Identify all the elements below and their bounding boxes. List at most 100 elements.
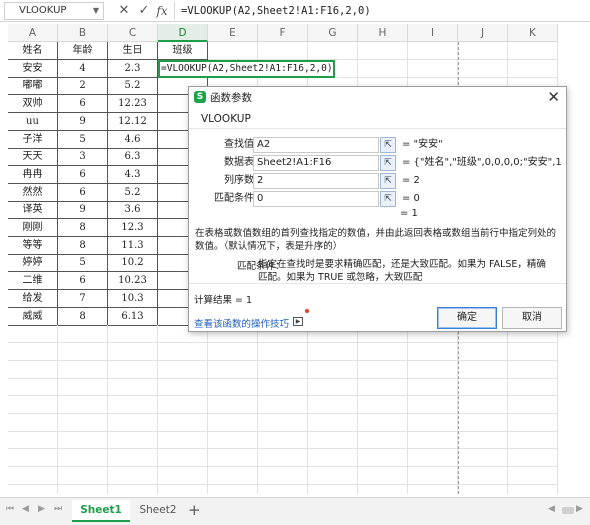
table-cell[interactable]: 6 (58, 95, 108, 114)
empty-cell[interactable] (58, 484, 108, 494)
empty-cell[interactable] (208, 431, 258, 450)
table-cell[interactable]: 10.23 (108, 272, 158, 291)
empty-cell[interactable] (108, 413, 158, 432)
check-icon[interactable]: ✓ (136, 2, 152, 20)
empty-cell[interactable] (358, 431, 408, 450)
empty-cell[interactable] (308, 342, 358, 361)
empty-cell[interactable] (158, 431, 208, 450)
table-header-cell[interactable]: 生日 (108, 42, 158, 60)
table-cell[interactable]: 然然 (8, 183, 58, 202)
empty-cell[interactable] (508, 360, 558, 379)
range-lookup-input[interactable]: 0 (253, 191, 379, 207)
empty-cell[interactable] (358, 378, 408, 397)
name-box[interactable]: VLOOKUP ▼ (4, 2, 104, 20)
empty-cell[interactable] (8, 378, 58, 397)
table-cell[interactable]: 6.3 (108, 148, 158, 167)
empty-cell[interactable] (258, 396, 308, 414)
empty-cell[interactable] (208, 413, 258, 432)
table-header-cell[interactable]: 姓名 (8, 42, 58, 60)
play-video-icon[interactable]: ▶ (293, 317, 303, 326)
table-cell[interactable]: 双帅 (8, 95, 58, 114)
empty-cell[interactable] (58, 360, 108, 379)
empty-cell[interactable] (58, 378, 108, 397)
last-sheet-icon[interactable]: ⏭ (54, 504, 62, 514)
table-cell[interactable]: 刚刚 (8, 219, 58, 237)
empty-cell[interactable] (308, 466, 358, 485)
empty-cell[interactable] (358, 360, 408, 379)
scroll-thumb[interactable] (562, 507, 574, 514)
table-cell[interactable]: 6 (58, 183, 108, 202)
empty-cell[interactable] (108, 378, 158, 397)
empty-cell[interactable] (8, 396, 58, 414)
empty-cell[interactable] (358, 413, 408, 432)
empty-cell[interactable] (258, 466, 308, 485)
empty-cell[interactable] (58, 413, 108, 432)
lookup-value-input[interactable]: A2 (253, 137, 379, 153)
tab-sheet1[interactable]: Sheet1 (72, 500, 130, 522)
empty-cell[interactable] (358, 466, 408, 485)
table-cell[interactable]: 婷婷 (8, 254, 58, 273)
table-cell[interactable]: 4 (58, 59, 108, 78)
empty-cell[interactable] (508, 396, 558, 414)
column-header-b[interactable]: B (58, 24, 108, 42)
empty-cell[interactable] (158, 484, 208, 494)
empty-cell[interactable] (158, 449, 208, 468)
column-header-j[interactable]: J (458, 24, 508, 42)
table-cell[interactable]: 11.3 (108, 236, 158, 255)
empty-cell[interactable] (508, 413, 558, 432)
next-sheet-icon[interactable]: ▶ (38, 504, 45, 514)
empty-cell[interactable] (408, 396, 458, 414)
table-cell[interactable]: uu (8, 112, 58, 131)
empty-cell[interactable] (258, 342, 308, 361)
cancel-button[interactable]: 取消 (502, 307, 562, 329)
range-select-icon[interactable]: ⇱ (380, 137, 396, 153)
empty-cell[interactable] (8, 466, 58, 485)
scroll-right-icon[interactable]: ▶ (576, 504, 583, 514)
empty-cell[interactable] (408, 413, 458, 432)
empty-cell[interactable] (8, 342, 58, 361)
empty-cell[interactable] (308, 484, 358, 494)
table-cell[interactable]: 8 (58, 236, 108, 255)
column-header-a[interactable]: A (8, 24, 58, 42)
empty-cell[interactable] (208, 42, 258, 60)
empty-cell[interactable] (108, 342, 158, 361)
column-header-k[interactable]: K (508, 24, 558, 42)
empty-cell[interactable] (208, 449, 258, 468)
empty-cell[interactable] (208, 342, 258, 361)
table-header-cell[interactable]: 年龄 (58, 42, 108, 60)
table-cell[interactable]: 4.3 (108, 165, 158, 184)
table-cell[interactable]: 7 (58, 289, 108, 308)
empty-cell[interactable] (58, 342, 108, 361)
empty-cell[interactable] (108, 396, 158, 414)
empty-cell[interactable] (458, 42, 508, 60)
scroll-left-icon[interactable]: ◀ (548, 504, 555, 514)
table-cell[interactable]: 6.13 (108, 307, 158, 326)
range-select-icon[interactable]: ⇱ (380, 173, 396, 189)
table-cell[interactable]: 5.2 (108, 183, 158, 202)
table-cell[interactable]: 6 (58, 272, 108, 291)
empty-cell[interactable] (358, 449, 408, 468)
first-sheet-icon[interactable]: ⏮ (6, 504, 14, 514)
empty-cell[interactable] (408, 360, 458, 379)
empty-cell[interactable] (58, 431, 108, 450)
empty-cell[interactable] (308, 449, 358, 468)
empty-cell[interactable] (508, 466, 558, 485)
empty-cell[interactable] (408, 484, 458, 494)
empty-cell[interactable] (358, 42, 408, 60)
table-cell[interactable]: 给发 (8, 289, 58, 308)
empty-cell[interactable] (458, 431, 508, 450)
empty-cell[interactable] (258, 431, 308, 450)
table-cell[interactable]: 嘟嘟 (8, 77, 58, 96)
close-icon[interactable]: ✕ (116, 2, 132, 20)
active-cell[interactable]: =VLOOKUP(A2,Sheet2!A1:F16,2,0) (158, 59, 335, 78)
ok-button[interactable]: 确定 (437, 307, 497, 329)
empty-cell[interactable] (308, 396, 358, 414)
table-cell[interactable]: 12.3 (108, 219, 158, 237)
table-cell[interactable]: 5 (58, 130, 108, 149)
table-cell[interactable]: 6 (58, 165, 108, 184)
column-header-f[interactable]: F (258, 24, 308, 42)
empty-cell[interactable] (508, 431, 558, 450)
empty-cell[interactable] (408, 342, 458, 361)
empty-cell[interactable] (108, 360, 158, 379)
empty-cell[interactable] (308, 360, 358, 379)
